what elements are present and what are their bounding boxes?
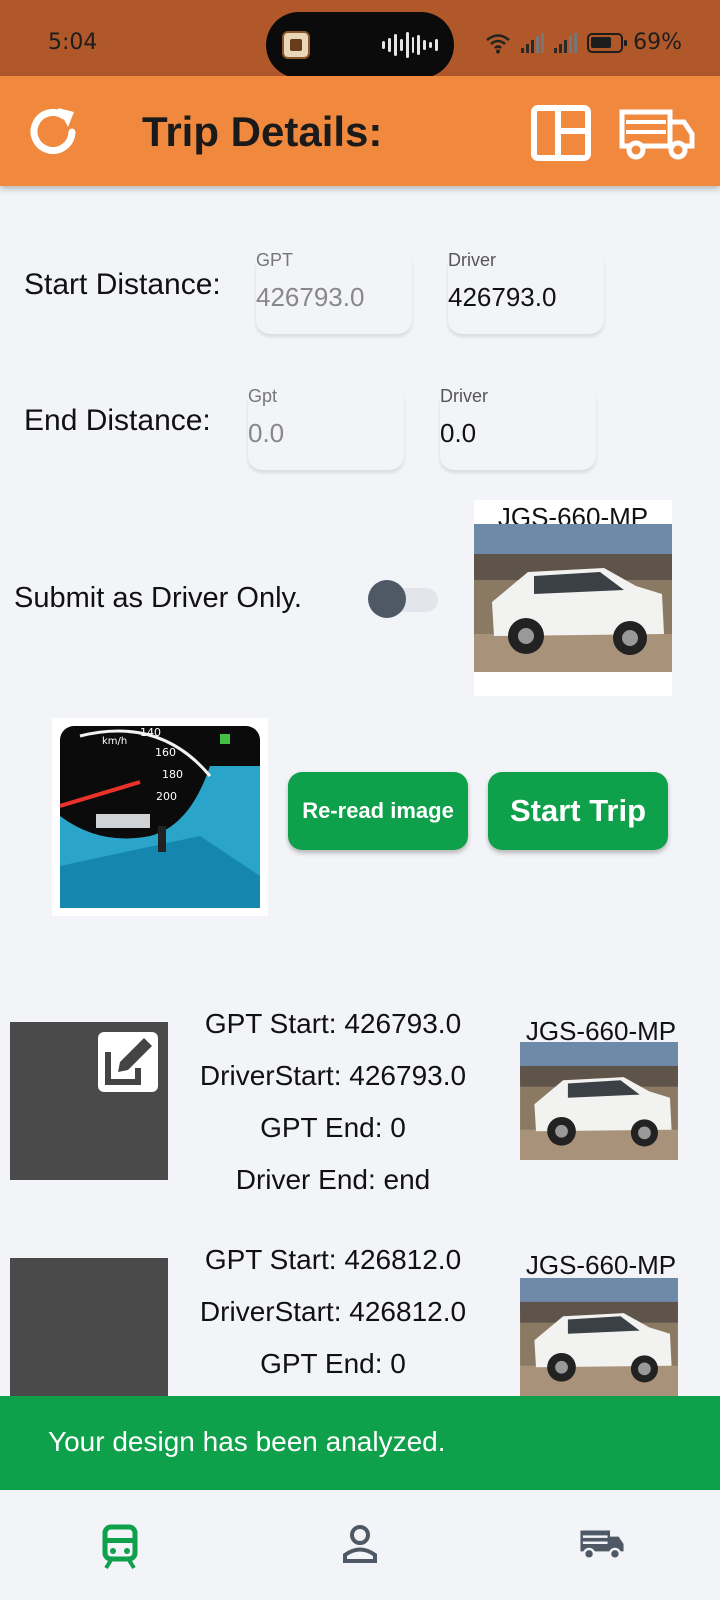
vehicle-card[interactable]: JGS-660-MP bbox=[474, 500, 672, 696]
trip-gpt-end: GPT End: 0 bbox=[260, 1348, 406, 1379]
trip-gpt-start: GPT Start: 426812.0 bbox=[204, 1244, 462, 1275]
svg-text:140: 140 bbox=[140, 726, 161, 739]
refresh-icon[interactable] bbox=[24, 102, 84, 162]
reread-image-button[interactable]: Re-read image bbox=[288, 772, 468, 850]
truck-icon[interactable] bbox=[578, 1524, 626, 1564]
svg-text:180: 180 bbox=[162, 768, 183, 781]
trip-driver-end: Driver End: end bbox=[235, 1164, 431, 1195]
trip-thumbnail[interactable] bbox=[10, 1022, 168, 1180]
edit-icon[interactable] bbox=[98, 1032, 158, 1092]
trip-vehicle-photo bbox=[520, 1278, 678, 1396]
trip-vehicle-photo bbox=[520, 1042, 678, 1160]
trip-gpt-start: GPT Start: 426793.0 bbox=[204, 1008, 462, 1039]
svg-text:200: 200 bbox=[156, 790, 177, 803]
person-icon[interactable] bbox=[342, 1524, 378, 1564]
signal-icon-2 bbox=[554, 32, 578, 53]
trip-details: GPT Start: 426793.0 DriverStart: 426793.… bbox=[168, 998, 498, 1206]
layout-icon[interactable] bbox=[530, 104, 592, 162]
start-gpt-value: 426793.0 bbox=[256, 282, 365, 312]
odometer-photo: km/h 140 160 180 200 bbox=[60, 726, 260, 908]
start-driver-field[interactable]: Driver 426793.0 bbox=[448, 250, 604, 334]
end-gpt-field[interactable]: Gpt 0.0 bbox=[248, 386, 404, 470]
truck-icon[interactable] bbox=[618, 106, 696, 162]
end-driver-value: 0.0 bbox=[440, 418, 477, 448]
end-driver-label: Driver bbox=[440, 386, 488, 406]
start-trip-button[interactable]: Start Trip bbox=[488, 772, 668, 850]
battery-icon bbox=[587, 32, 628, 53]
start-driver-label: Driver bbox=[448, 250, 496, 270]
trip-vehicle-plate: JGS-660-MP bbox=[525, 1250, 677, 1280]
end-gpt-value: 0.0 bbox=[248, 418, 285, 448]
svg-text:km/h: km/h bbox=[102, 736, 127, 747]
bottom-navigation bbox=[0, 1490, 720, 1600]
app-bar: Trip Details: bbox=[0, 76, 720, 186]
trip-driver-start: DriverStart: 426812.0 bbox=[199, 1296, 467, 1327]
trip-details: GPT Start: 426812.0 DriverStart: 426812.… bbox=[168, 1234, 498, 1390]
driver-only-label: Submit as Driver Only. bbox=[14, 582, 302, 614]
trip-driver-start: DriverStart: 426793.0 bbox=[199, 1060, 467, 1091]
odometer-card[interactable]: km/h 140 160 180 200 bbox=[52, 718, 268, 916]
signal-icon bbox=[521, 32, 545, 53]
end-distance-label: End Distance: bbox=[24, 404, 211, 437]
vehicle-photo bbox=[474, 524, 672, 672]
audio-wave-icon bbox=[382, 32, 439, 58]
trip-thumbnail[interactable] bbox=[10, 1258, 168, 1398]
start-distance-label: Start Distance: bbox=[24, 268, 221, 301]
battery-percent: 69% bbox=[633, 30, 682, 55]
status-time: 5:04 bbox=[48, 30, 98, 55]
start-driver-value: 426793.0 bbox=[448, 282, 557, 312]
page-title: Trip Details: bbox=[142, 108, 383, 155]
app-thumbnail-icon bbox=[282, 31, 310, 59]
driver-only-toggle[interactable] bbox=[368, 580, 440, 618]
snackbar: Your design has been analyzed. bbox=[0, 1396, 720, 1490]
start-gpt-field[interactable]: GPT 426793.0 bbox=[256, 250, 412, 334]
end-driver-field[interactable]: Driver 0.0 bbox=[440, 386, 596, 470]
train-icon[interactable] bbox=[102, 1524, 138, 1570]
status-bar: 5:04 69% bbox=[0, 0, 720, 78]
end-gpt-label: Gpt bbox=[248, 386, 278, 406]
svg-text:160: 160 bbox=[155, 746, 176, 759]
wifi-icon bbox=[486, 33, 510, 53]
snackbar-message: Your design has been analyzed. bbox=[48, 1426, 446, 1457]
trip-gpt-end: GPT End: 0 bbox=[260, 1112, 406, 1143]
start-gpt-label: GPT bbox=[256, 250, 294, 270]
dynamic-island bbox=[266, 12, 454, 78]
